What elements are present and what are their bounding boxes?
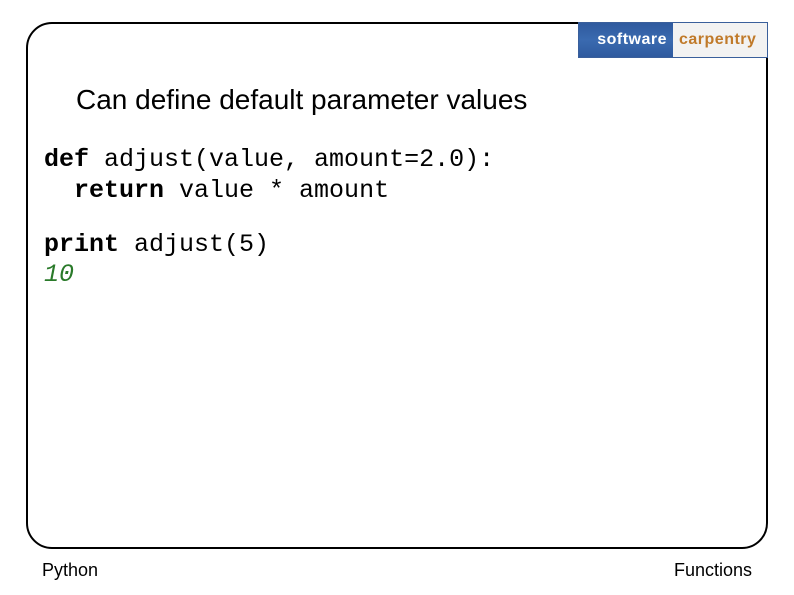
code-line3-rest: adjust(5) <box>119 230 269 259</box>
code-output: 10 <box>44 260 750 289</box>
keyword-return: return <box>74 176 164 205</box>
logo-left-text: software <box>579 23 673 57</box>
footer-left: Python <box>42 560 98 581</box>
keyword-print: print <box>44 230 119 259</box>
code-line1-rest: adjust(value, amount=2.0): <box>89 145 494 174</box>
slide-heading: Can define default parameter values <box>76 84 750 116</box>
content-area: Can define default parameter values def … <box>44 84 750 289</box>
slide: software carpentry Can define default pa… <box>0 0 794 595</box>
code-line2-rest: value * amount <box>164 176 389 205</box>
spacer <box>44 207 750 229</box>
keyword-def: def <box>44 145 89 174</box>
logo: software carpentry <box>578 22 768 58</box>
footer-right: Functions <box>674 560 752 581</box>
code-indent <box>44 176 74 205</box>
code-block: def adjust(value, amount=2.0): return va… <box>44 144 750 207</box>
logo-right-text: carpentry <box>673 23 767 57</box>
code-call: print adjust(5) <box>44 229 750 260</box>
